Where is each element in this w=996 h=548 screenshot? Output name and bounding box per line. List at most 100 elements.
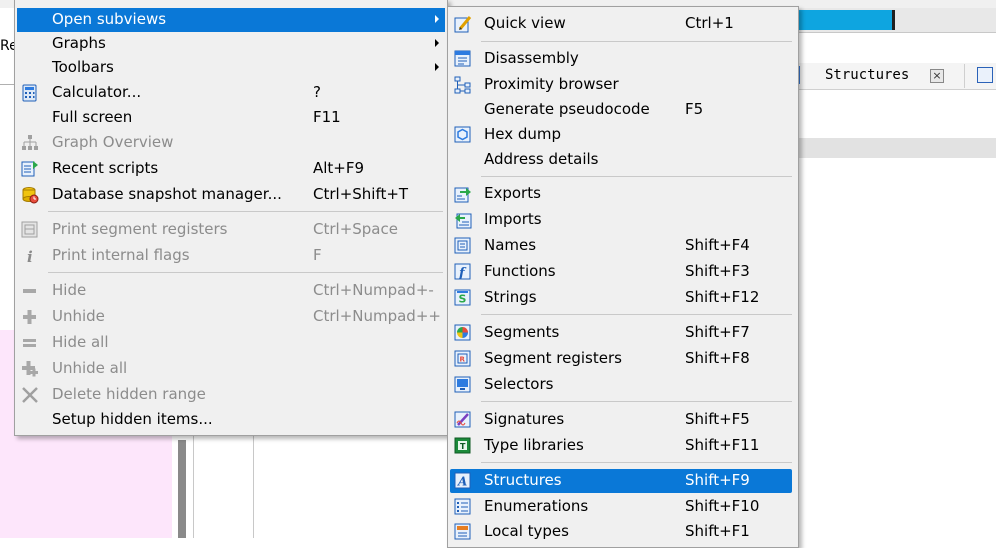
segment-registers-icon (21, 221, 39, 239)
menu-item-enumerations[interactable]: Enumerations Shift+F10 (450, 495, 796, 519)
tab-close-icon[interactable]: × (930, 69, 944, 83)
menu-item-shortcut: Shift+F8 (685, 349, 750, 367)
menu-item-label: Toolbars (52, 58, 114, 76)
menu-item-label: Setup hidden items... (52, 410, 213, 428)
menu-item-segments[interactable]: Segments Shift+F7 (450, 321, 796, 345)
menu-item-label: Imports (484, 210, 542, 228)
enumerations-icon (454, 498, 472, 516)
menu-item-functions[interactable]: f Functions Shift+F3 (450, 260, 796, 284)
menu-item-label: Recent scripts (52, 159, 159, 177)
menu-item-label: Print internal flags (52, 246, 190, 264)
menu-item-toolbars[interactable]: Toolbars (17, 56, 445, 80)
exports-icon (454, 185, 472, 203)
menu-item-shortcut: Ctrl+Shift+T (313, 185, 409, 203)
menu-item-label: Full screen (52, 108, 133, 126)
menu-item-segment-registers[interactable]: R Segment registers Shift+F8 (450, 347, 796, 371)
menu-item-label: Address details (484, 150, 599, 168)
menu-item-label: Type libraries (484, 436, 584, 454)
menu-item-label: Strings (484, 288, 537, 306)
menu-item-open-subviews[interactable]: Open subviews (17, 8, 445, 32)
menu-item-hide: Hide Ctrl+Numpad+- (17, 279, 445, 303)
menu-item-shortcut: Shift+F11 (685, 436, 760, 454)
menu-item-imports[interactable]: Imports (450, 208, 796, 232)
functions-icon: f (454, 263, 472, 281)
menu-separator (48, 211, 443, 212)
svg-text:i: i (27, 248, 33, 265)
menu-item-names[interactable]: Names Shift+F4 (450, 234, 796, 258)
tab-divider (964, 64, 965, 88)
signatures-icon (454, 411, 472, 429)
menu-item-label: Quick view (484, 14, 566, 32)
tab-structures-icon[interactable] (977, 67, 993, 83)
menu-item-signatures[interactable]: Signatures Shift+F5 (450, 408, 796, 432)
menu-separator (481, 41, 792, 42)
segment-registers-icon: R (454, 350, 472, 368)
menu-item-label: Unhide (52, 307, 105, 325)
menu-item-delete-hidden-range: Delete hidden range (17, 383, 445, 407)
menu-item-label: Selectors (484, 375, 554, 393)
menu-item-shortcut: Alt+F9 (313, 159, 365, 177)
vertical-scrollbar[interactable] (178, 440, 186, 538)
menu-item-full-screen[interactable]: Full screen F11 (17, 106, 445, 130)
pane-border (193, 430, 194, 538)
navigation-band-fill (790, 10, 892, 30)
minus-all-icon (21, 334, 39, 352)
menu-item-shortcut: Shift+F10 (685, 497, 760, 515)
menu-item-label: Print segment registers (52, 220, 228, 238)
menu-separator (481, 462, 792, 463)
navigation-band-cursor (892, 10, 895, 30)
submenu-arrow-icon (435, 15, 439, 23)
menu-separator (481, 314, 792, 315)
menu-item-calculator[interactable]: Calculator... ? (17, 81, 445, 105)
imports-icon (454, 211, 472, 229)
menu-item-print-segment-registers: Print segment registers Ctrl+Space (17, 218, 445, 242)
menu-item-label: Graph Overview (52, 133, 174, 151)
menu-item-label: Database snapshot manager... (52, 185, 282, 203)
snapshot-manager-icon (21, 186, 39, 204)
tab-structures[interactable]: Structures (825, 67, 909, 83)
menu-item-setup-hidden-items[interactable]: Setup hidden items... (17, 408, 445, 432)
menu-separator (481, 401, 792, 402)
menu-item-address-details[interactable]: Address details (450, 148, 796, 172)
menu-item-shortcut: F5 (685, 100, 704, 118)
menu-item-database-snapshot-manager[interactable]: Database snapshot manager... Ctrl+Shift+… (17, 183, 445, 207)
svg-text:A: A (457, 475, 467, 489)
menu-item-disassembly[interactable]: Disassembly (450, 47, 796, 71)
menu-item-shortcut: Shift+F12 (685, 288, 760, 306)
menu-item-type-libraries[interactable]: T Type libraries Shift+F11 (450, 434, 796, 458)
menu-item-generate-pseudocode[interactable]: Generate pseudocode F5 (450, 98, 796, 122)
open-subviews-submenu: Quick view Ctrl+1 Disassembly Proximity … (447, 6, 799, 548)
menu-separator (48, 272, 443, 273)
menu-item-shortcut: ? (313, 83, 321, 101)
menu-item-hex-dump[interactable]: Hex dump (450, 123, 796, 147)
menu-item-label: Delete hidden range (52, 385, 206, 403)
segments-icon (454, 324, 472, 342)
minus-icon (21, 282, 39, 300)
menu-item-proximity-browser[interactable]: Proximity browser (450, 73, 796, 97)
submenu-arrow-icon (435, 63, 439, 71)
menu-item-label: Disassembly (484, 49, 579, 67)
menu-item-strings[interactable]: S Strings Shift+F12 (450, 286, 796, 310)
plus-all-icon (21, 360, 39, 378)
menu-item-shortcut: F (313, 246, 322, 264)
menu-item-recent-scripts[interactable]: Recent scripts Alt+F9 (17, 157, 445, 181)
type-libraries-icon: T (454, 437, 472, 455)
menu-item-shortcut: Shift+F9 (685, 471, 750, 489)
menu-item-graph-overview: Graph Overview (17, 131, 445, 155)
recent-scripts-icon (21, 160, 39, 178)
menu-item-structures[interactable]: A Structures Shift+F9 (450, 469, 792, 493)
menu-item-graphs[interactable]: Graphs (17, 32, 445, 56)
svg-text:R: R (460, 356, 466, 364)
menu-item-local-types[interactable]: Local types Shift+F1 (450, 520, 796, 544)
svg-text:T: T (460, 442, 466, 451)
menu-item-label: Open subviews (52, 10, 167, 28)
menu-item-selectors[interactable]: Selectors (450, 373, 796, 397)
menu-item-exports[interactable]: Exports (450, 182, 796, 206)
menu-item-quick-view[interactable]: Quick view Ctrl+1 (450, 12, 796, 36)
menu-item-label: Enumerations (484, 497, 589, 515)
menu-item-label: Functions (484, 262, 556, 280)
menu-item-shortcut: Ctrl+1 (685, 14, 734, 32)
menu-item-label: Exports (484, 184, 541, 202)
menu-item-label: Names (484, 236, 537, 254)
menu-item-label: Proximity browser (484, 75, 619, 93)
